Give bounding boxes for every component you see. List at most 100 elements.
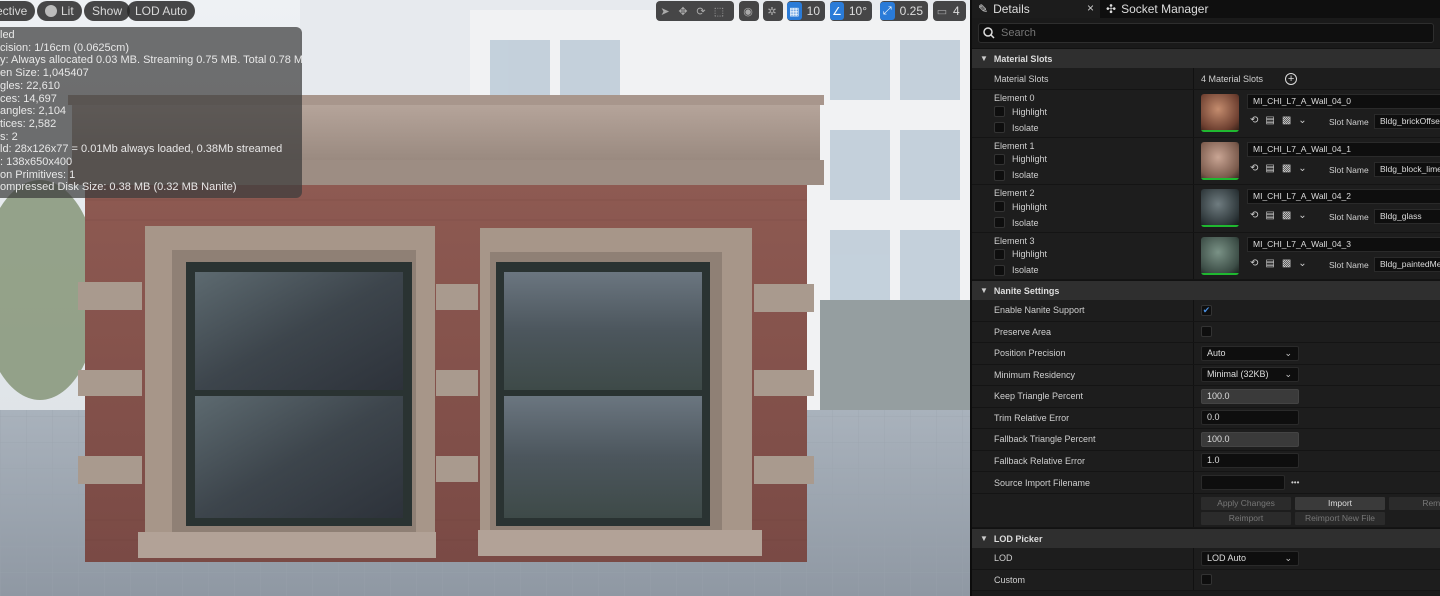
browse-folder-icon[interactable]: ▤	[1265, 115, 1274, 126]
custom-row: Custom	[972, 569, 1440, 591]
fallback-triangle-input[interactable]: 100.0	[1201, 431, 1299, 447]
fallback-error-input[interactable]: 1.0	[1201, 453, 1299, 469]
browse-back-icon[interactable]: ⟲	[1250, 210, 1258, 221]
material-element-1: Element 1 Highlight Isolate MI_CHI_L7_A_…	[972, 137, 1440, 185]
material-name-field[interactable]: MI_CHI_L7_A_Wall_04_1	[1247, 141, 1440, 157]
browse-folder-icon[interactable]: ▤	[1265, 210, 1274, 221]
material-thumbnail[interactable]	[1201, 236, 1239, 275]
apply-changes-button[interactable]: Apply Changes	[1201, 497, 1291, 510]
fallback-error-row: Fallback Relative Error 1.0	[972, 450, 1440, 472]
rotation-snap-button[interactable]: ∠ 10°	[830, 1, 872, 21]
material-name-field[interactable]: MI_CHI_L7_A_Wall_04_0	[1247, 94, 1440, 109]
reimport-new-file-button[interactable]: Reimport New File	[1295, 512, 1385, 525]
highlight-checkbox[interactable]	[994, 106, 1005, 117]
slot-name-input[interactable]: Bldg_glass	[1374, 209, 1440, 224]
slot-name-input[interactable]: Bldg_block_limes	[1374, 161, 1440, 177]
lit-button[interactable]: Lit	[37, 1, 82, 21]
material-thumbnail[interactable]	[1201, 141, 1239, 180]
isolate-checkbox[interactable]	[994, 122, 1005, 133]
position-precision-dropdown[interactable]: Auto ⌄	[1201, 345, 1299, 361]
tab-details[interactable]: ✎ Details ×	[972, 0, 1100, 18]
grid-snap-button[interactable]: ▦ 10	[787, 1, 825, 21]
material-name-field[interactable]: MI_CHI_L7_A_Wall_04_2	[1247, 189, 1440, 204]
chevron-down-icon[interactable]: ⌄	[1298, 163, 1306, 174]
material-name-field[interactable]: MI_CHI_L7_A_Wall_04_3	[1247, 236, 1440, 252]
checker-icon[interactable]: ▩	[1282, 163, 1291, 174]
isolate-checkbox[interactable]	[994, 169, 1005, 181]
preserve-area-row: Preserve Area	[972, 321, 1440, 343]
perspective-button[interactable]: ective	[0, 1, 36, 21]
remove-button[interactable]: Remo	[1389, 497, 1440, 510]
material-slots-header[interactable]: ▼ Material Slots	[972, 48, 1440, 68]
browse-folder-icon[interactable]: ▤	[1265, 258, 1274, 269]
reimport-button[interactable]: Reimport	[1201, 512, 1291, 525]
close-icon[interactable]: ×	[1087, 1, 1094, 15]
highlight-checkbox[interactable]	[994, 153, 1005, 165]
translate-icon[interactable]: ✥	[674, 1, 692, 21]
slot-name-label: Slot Name	[1329, 164, 1369, 175]
lod-row: LOD LOD Auto ⌄	[972, 548, 1440, 570]
highlight-checkbox[interactable]	[994, 201, 1005, 212]
scale-snap-button[interactable]: ⤢ 0.25	[880, 1, 928, 21]
chevron-down-icon[interactable]: ⌄	[1298, 115, 1306, 126]
chevron-down-icon[interactable]: ⌄	[1298, 210, 1306, 221]
nanite-settings-header[interactable]: ▼ Nanite Settings	[972, 280, 1440, 300]
stats-line: on Primitives: 1	[0, 168, 76, 181]
scale-snap-icon: ⤢	[880, 2, 895, 20]
tab-socket-manager[interactable]: ✣ Socket Manager	[1100, 0, 1214, 18]
lod-picker-header[interactable]: ▼ LOD Picker	[972, 528, 1440, 548]
lod-label: LOD	[994, 553, 1013, 564]
source-import-input[interactable]	[1201, 475, 1285, 490]
world-local-button[interactable]: ◉	[739, 1, 759, 21]
more-options-icon[interactable]: •••	[1291, 478, 1299, 487]
preserve-area-checkbox[interactable]	[1201, 326, 1212, 338]
checker-icon[interactable]: ▩	[1282, 115, 1291, 126]
stats-line: ces: 14,697	[0, 92, 57, 105]
browse-folder-icon[interactable]: ▤	[1265, 163, 1274, 174]
search-input[interactable]	[1001, 27, 1433, 39]
lod-auto-button[interactable]: LOD Auto	[127, 1, 196, 21]
isolate-label: Isolate	[1012, 122, 1039, 133]
import-button[interactable]: Import	[1295, 497, 1385, 510]
keep-triangle-label: Keep Triangle Percent	[994, 391, 1084, 402]
show-button[interactable]: Show	[84, 1, 131, 21]
isolate-checkbox[interactable]	[994, 217, 1005, 228]
browse-back-icon[interactable]: ⟲	[1250, 163, 1258, 174]
tab-details-label: Details	[993, 2, 1030, 16]
stats-line: ompressed Disk Size: 0.38 MB (0.32 MB Na…	[0, 181, 237, 194]
camera-speed-button[interactable]: ▭ 4	[933, 1, 966, 21]
surface-snap-button[interactable]: ✲	[763, 1, 783, 21]
lod-dropdown[interactable]: LOD Auto ⌄	[1201, 550, 1299, 566]
panel-tabs: ✎ Details × ✣ Socket Manager	[972, 0, 1440, 18]
browse-back-icon[interactable]: ⟲	[1250, 115, 1258, 126]
enable-nanite-checkbox[interactable]: ✔	[1201, 304, 1212, 316]
checker-icon[interactable]: ▩	[1282, 210, 1291, 221]
rotate-icon[interactable]: ⟳	[692, 1, 710, 21]
checker-icon[interactable]: ▩	[1282, 258, 1291, 269]
highlight-checkbox[interactable]	[994, 248, 1005, 260]
transform-tools: ➤ ✥ ⟳ ⬚	[656, 1, 734, 21]
search-box[interactable]	[978, 23, 1434, 43]
isolate-checkbox[interactable]	[994, 264, 1005, 276]
add-slot-icon[interactable]: +	[1285, 72, 1298, 85]
trim-error-input[interactable]: 0.0	[1201, 410, 1299, 426]
perspective-label: ective	[0, 4, 28, 18]
keep-triangle-input[interactable]: 100.0	[1201, 388, 1299, 404]
slot-name-input[interactable]: Bldg_paintedMet	[1374, 256, 1440, 272]
material-thumbnail[interactable]	[1201, 94, 1239, 132]
editor-root: ective Lit Show LOD Auto ➤ ✥ ⟳ ⬚ ◉ ✲ ▦ 1…	[0, 0, 1440, 596]
minimum-residency-dropdown[interactable]: Minimal (32KB) ⌄	[1201, 367, 1299, 383]
material-thumbnail[interactable]	[1201, 189, 1239, 227]
select-icon[interactable]: ➤	[656, 1, 674, 21]
grid-snap-value: 10	[806, 4, 820, 18]
browse-back-icon[interactable]: ⟲	[1250, 258, 1258, 269]
scale-icon[interactable]: ⬚	[710, 1, 728, 21]
level-viewport[interactable]: ective Lit Show LOD Auto ➤ ✥ ⟳ ⬚ ◉ ✲ ▦ 1…	[0, 0, 970, 596]
chevron-down-icon[interactable]: ⌄	[1298, 258, 1306, 269]
element-label: Element 0	[994, 93, 1035, 103]
position-precision-value: Auto	[1207, 347, 1226, 358]
trim-error-row: Trim Relative Error 0.0	[972, 407, 1440, 429]
lod-value: LOD Auto	[1207, 552, 1247, 563]
slot-name-input[interactable]: Bldg_brickOffset	[1374, 114, 1440, 129]
custom-checkbox[interactable]	[1201, 574, 1212, 586]
